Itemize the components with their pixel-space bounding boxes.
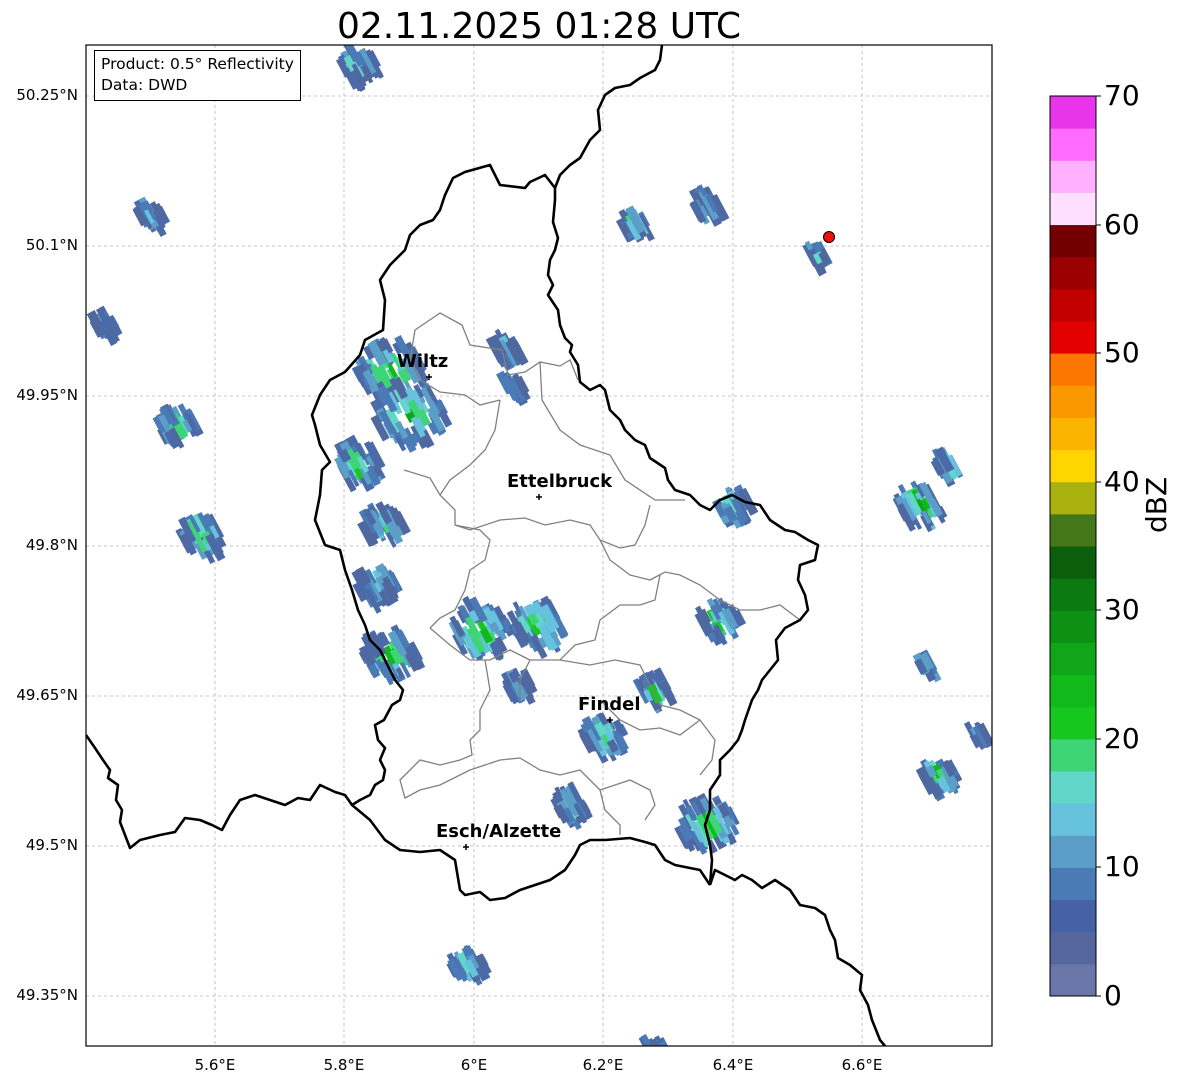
colorbar-tick-label: 0 [1104,979,1122,1012]
city-label-findel: Findel [578,694,641,715]
lat-tick-label: 49.65°N [16,686,78,704]
colorbar-tick-label: 70 [1104,79,1140,112]
city-label-wiltz: Wiltz [397,351,449,372]
colorbar-segment [1050,771,1096,804]
colorbar-unit-label: dBZ [1140,476,1173,533]
colorbar-tick-label: 10 [1104,850,1140,883]
lat-tick-label: 50.25°N [16,86,78,104]
colorbar-segment [1050,867,1096,901]
lon-tick-label: 6.2°E [582,1056,624,1074]
product-info-box: Product: 0.5° Reflectivity Data: DWD [94,50,301,101]
colorbar-segment [1050,96,1096,129]
colorbar-tick-label: 50 [1104,336,1140,369]
colorbar-segment [1050,481,1096,515]
colorbar-segment [1050,706,1096,740]
lon-tick-label: 5.6°E [194,1056,236,1074]
colorbar-segment [1050,128,1096,161]
colorbar-segment [1050,353,1096,386]
colorbar-segment [1050,256,1096,290]
echo-pixel [658,1052,671,1070]
colorbar-segment [1050,192,1096,226]
lat-tick-label: 50.1°N [25,236,78,254]
colorbar [1050,96,1096,997]
colorbar-segment [1050,963,1096,997]
colorbar-segment [1050,738,1096,772]
echo-pixel [653,1062,664,1075]
colorbar-segment [1050,803,1096,836]
colorbar-segment [1050,642,1096,676]
colorbar-segment [1050,417,1096,451]
colorbar-tick-label: 20 [1104,722,1140,755]
colorbar-tick-label: 60 [1104,208,1140,241]
lon-tick-label: 6.4°E [712,1056,754,1074]
echo-pixel [651,1051,662,1066]
colorbar-segment [1050,931,1096,965]
colorbar-tick-label: 40 [1104,465,1140,498]
lat-tick-label: 49.8°N [25,536,78,554]
lat-tick-label: 49.95°N [16,386,78,404]
colorbar-segment [1050,288,1096,322]
colorbar-segment [1050,899,1096,933]
data-source-label: Data: DWD [101,76,188,94]
lon-tick-label: 6.6°E [841,1056,883,1074]
echo-pixel [655,1053,668,1070]
radar-site-marker [823,231,835,243]
colorbar-segment [1050,160,1096,193]
echo-pixel [662,1059,670,1070]
lon-tick-label: 6°E [460,1056,488,1074]
radar-map [85,44,1101,1075]
colorbar-segment [1050,674,1096,708]
colorbar-segment [1050,513,1096,547]
echo-pixel [646,1045,661,1046]
colorbar-segment [1050,321,1096,354]
colorbar-segment [1050,546,1096,579]
colorbar-tick-label: 30 [1104,593,1140,626]
colorbar-segment [1050,578,1096,611]
echo-pixel [648,1043,669,1046]
city-label-esch: Esch/Alzette [436,821,562,842]
colorbar-segment [1050,835,1096,868]
echo-pixel [647,1050,657,1062]
lat-tick-label: 49.35°N [16,986,78,1004]
colorbar-segment [1050,224,1096,258]
colorbar-segment [1050,385,1096,418]
city-label-ettelbruck: Ettelbruck [507,471,613,492]
echo-pixel [652,1049,668,1071]
colorbar-segment [1050,610,1096,643]
echo-pixel [658,1051,674,1075]
echo-pixel [647,1052,659,1069]
colorbar-segment [1050,449,1096,483]
lat-tick-label: 49.5°N [25,836,78,854]
product-label: Product: 0.5° Reflectivity [101,55,294,73]
lon-tick-label: 5.8°E [323,1056,365,1074]
